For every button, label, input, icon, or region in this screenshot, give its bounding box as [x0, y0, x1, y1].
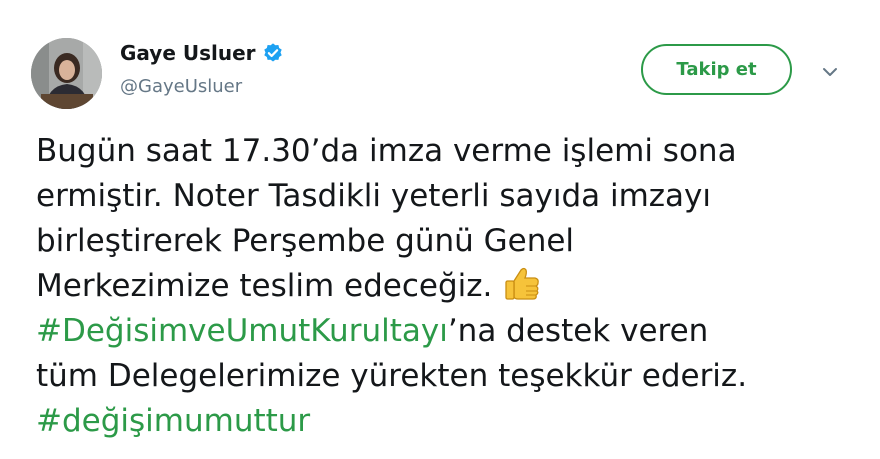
- user-name-row: Gaye Usluer: [120, 41, 284, 65]
- tweet-line: ermiştir. Noter Tasdikli yeterli sayıda …: [36, 178, 712, 214]
- tweet-line: birleştirerek Perşembe günü Genel: [36, 223, 575, 259]
- hashtag-link[interactable]: #DeğisimveUmutKurultayı: [36, 313, 448, 349]
- tweet-line: Merkezimize teslim edeceğiz.: [36, 264, 866, 309]
- profile-photo: [31, 38, 102, 109]
- hashtag-link[interactable]: #değişimumuttur: [36, 403, 310, 439]
- tweet-line: Bugün saat 17.30’da imza verme işlemi so…: [36, 133, 737, 169]
- user-handle[interactable]: @GayeUsluer: [120, 76, 242, 97]
- avatar[interactable]: [31, 38, 102, 109]
- chevron-down-icon[interactable]: [821, 64, 839, 78]
- tweet-line-text: Merkezimize teslim edeceğiz.: [36, 268, 493, 304]
- thumbs-up-icon: [502, 264, 542, 304]
- display-name[interactable]: Gaye Usluer: [120, 41, 256, 65]
- tweet-line: tüm Delegelerimize yürekten teşekkür ede…: [36, 358, 748, 394]
- follow-button[interactable]: Takip et: [641, 44, 792, 95]
- tweet-line: #değişimumuttur: [36, 399, 866, 444]
- tweet-text: Bugün saat 17.30’da imza verme işlemi so…: [36, 129, 866, 444]
- tweet-line-text: ’na destek veren: [447, 313, 709, 349]
- tweet-line: #DeğisimveUmutKurultayı’na destek veren: [36, 309, 866, 354]
- verified-badge-icon: [262, 42, 284, 64]
